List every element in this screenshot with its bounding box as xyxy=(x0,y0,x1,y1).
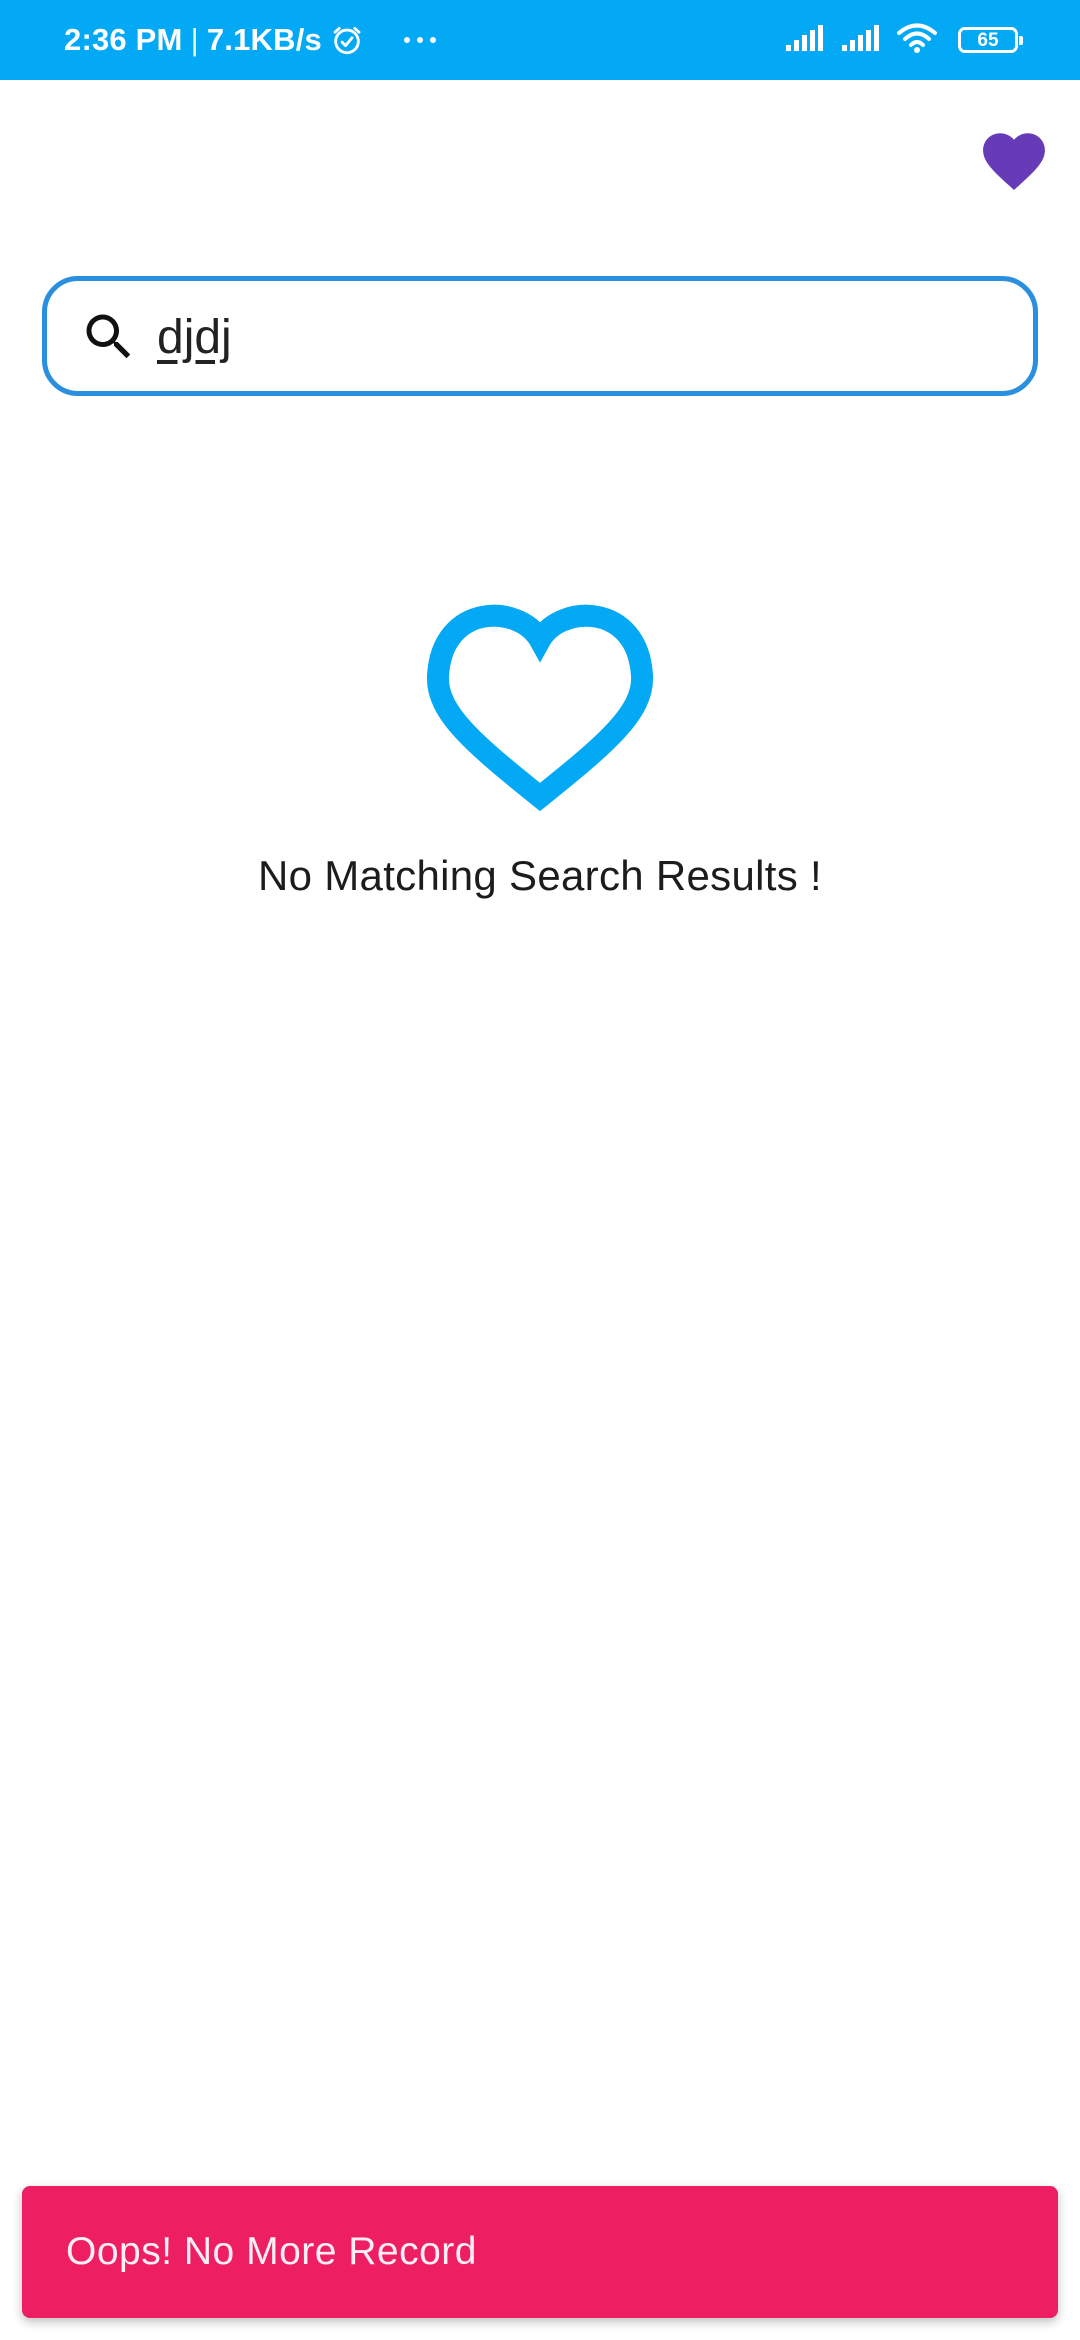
alarm-icon xyxy=(330,23,364,57)
status-left: 2:36 PM | 7.1KB/s xyxy=(64,0,436,80)
status-separator: | xyxy=(190,22,199,57)
search-input[interactable] xyxy=(157,297,977,377)
snackbar: Oops! No More Record xyxy=(22,2186,1058,2318)
status-time: 2:36 PM xyxy=(64,22,183,57)
signal-icon xyxy=(784,23,826,58)
heart-filled-icon xyxy=(983,133,1045,190)
search-box[interactable] xyxy=(42,276,1038,396)
battery-level: 65 xyxy=(977,29,999,51)
status-right: 65 xyxy=(784,0,1023,80)
heart-outline-icon xyxy=(424,592,656,812)
status-net-speed: 7.1KB/s xyxy=(206,22,322,57)
status-bar: 2:36 PM | 7.1KB/s 65 xyxy=(0,0,1080,80)
favorites-button[interactable] xyxy=(972,118,1056,198)
more-dots-icon xyxy=(403,37,436,43)
search-icon xyxy=(79,307,139,367)
signal-icon xyxy=(840,23,882,58)
empty-state-message: No Matching Search Results ! xyxy=(258,852,822,899)
wifi-icon xyxy=(896,22,938,59)
snackbar-message: Oops! No More Record xyxy=(66,2230,477,2273)
battery-icon: 65 xyxy=(958,27,1023,53)
